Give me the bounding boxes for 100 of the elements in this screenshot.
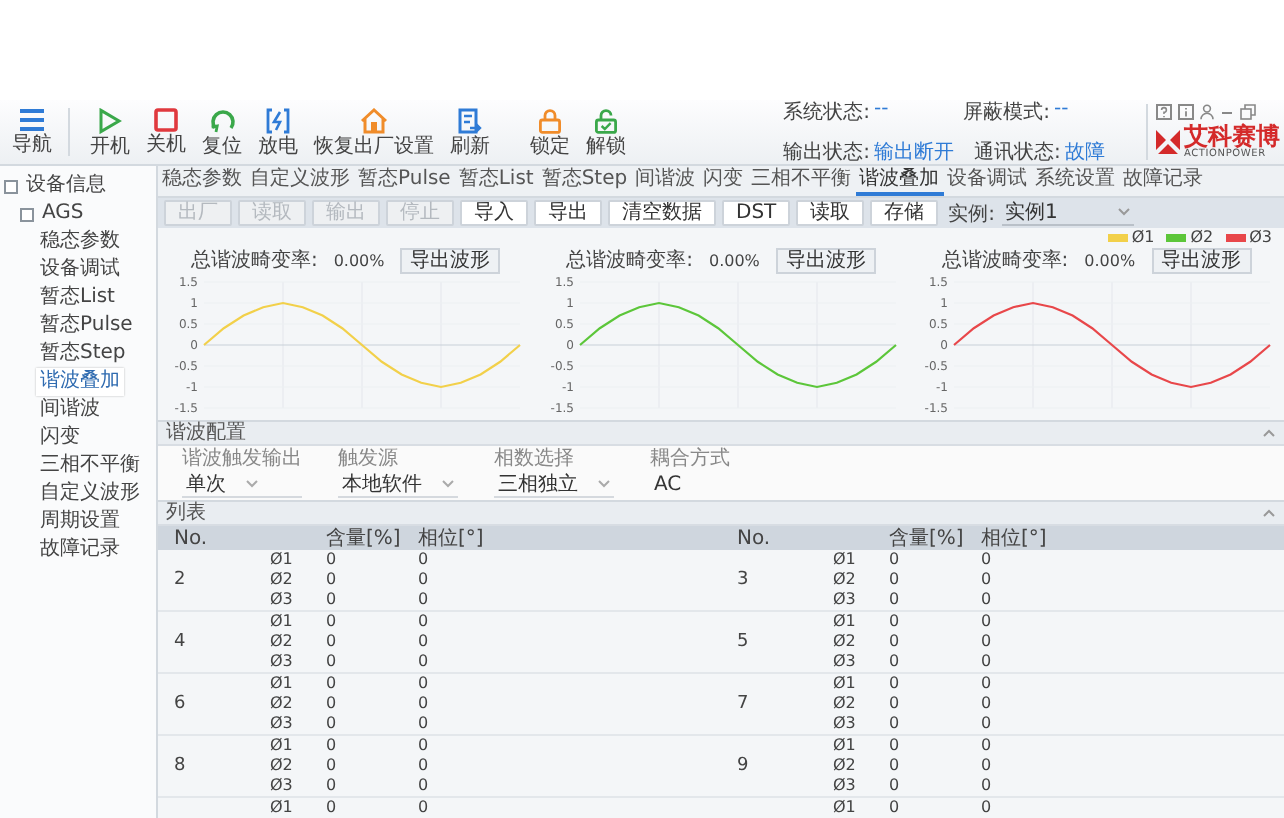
tab[interactable]: 暂态List <box>454 166 538 196</box>
table-cell-text: 0 <box>889 674 902 695</box>
table-cell-text: 0 <box>889 632 902 653</box>
action-button[interactable]: 读取 <box>796 200 865 227</box>
collapse-icon[interactable] <box>1262 507 1276 518</box>
stop-icon <box>154 108 178 132</box>
field-label: 相数选择 <box>494 449 576 470</box>
table-cell-text: 0 <box>889 714 902 735</box>
export-button[interactable]: 导出波形 <box>775 247 876 274</box>
tree-item[interactable]: 自定义波形 <box>36 480 144 508</box>
tree-item[interactable]: 故障记录 <box>36 536 124 564</box>
field-label: 触发源 <box>338 449 400 470</box>
select-field[interactable]: 本地软件 <box>338 473 458 498</box>
caret-icon <box>246 480 258 489</box>
toolbar-button[interactable]: 复位 <box>194 107 250 157</box>
tree-item[interactable]: 三相不平衡 <box>36 452 144 480</box>
tab[interactable]: 三相不平衡 <box>747 166 856 196</box>
tree-item[interactable]: 设备信息 <box>22 172 110 200</box>
field-label: 耦合方式 <box>650 449 730 470</box>
table-cell-text: 0 <box>418 776 431 797</box>
thd-label: 总谐波畸变率: <box>566 247 693 275</box>
toolbar-button[interactable]: 解锁 <box>578 107 634 157</box>
collapse-icon[interactable] <box>1262 428 1276 439</box>
table-cell-text: 0 <box>889 694 902 715</box>
legend-label: Ø3 <box>1249 228 1272 247</box>
thd-label: 总谐波畸变率: <box>190 247 318 275</box>
toolbar-button[interactable]: 放电 <box>250 107 306 157</box>
table-cell-text: Ø2 <box>833 756 858 777</box>
tab[interactable]: 故障记录 <box>1119 166 1208 196</box>
action-button[interactable]: 导入 <box>460 200 528 227</box>
action-button[interactable]: 导出 <box>534 200 602 227</box>
table-cell-text: 0 <box>981 632 994 653</box>
toolbar-button[interactable]: 关机 <box>138 108 194 156</box>
tab[interactable]: 暂态Pulse <box>354 166 455 196</box>
table-cell-text: 6 <box>174 694 188 715</box>
tree-item[interactable]: 暂态Step <box>36 340 130 368</box>
column-header: No. <box>174 527 210 550</box>
tree-item[interactable]: AGS <box>38 200 88 228</box>
instance-dropdown[interactable]: 实例1 <box>1001 201 1134 226</box>
tab[interactable]: 系统设置 <box>1031 166 1120 196</box>
select-field[interactable]: 单次 <box>182 473 302 498</box>
column-header: No. <box>737 527 773 550</box>
action-button[interactable]: DST <box>722 200 791 227</box>
table-cell-text: 9 <box>737 756 751 777</box>
padlock-icon <box>538 107 562 133</box>
tree-item[interactable]: 暂态Pulse <box>36 312 137 340</box>
tab[interactable]: 暂态Step <box>537 166 632 196</box>
tree-item[interactable]: 周期设置 <box>36 508 124 536</box>
tab[interactable]: 间谐波 <box>631 166 700 196</box>
table-cell-text: Ø1 <box>270 612 295 633</box>
caret-icon <box>1117 208 1130 217</box>
toolbar-button[interactable]: 刷新 <box>442 107 498 157</box>
table-cell-text: 0 <box>981 570 994 591</box>
table-cell-text: 0 <box>418 550 431 571</box>
table-cell-text: 0 <box>889 590 902 611</box>
column-header: 含量[%] <box>326 527 403 550</box>
export-button[interactable]: 导出波形 <box>1151 247 1252 274</box>
tree-item[interactable]: 间谐波 <box>36 396 104 424</box>
thd-value: 0.00% <box>1084 251 1136 270</box>
table-cell-text: Ø3 <box>833 652 858 673</box>
tree-item[interactable]: 闪变 <box>36 424 84 452</box>
toolbar-button[interactable]: 锁定 <box>522 107 578 157</box>
select-field[interactable]: 三相独立 <box>494 473 614 498</box>
play-icon <box>98 107 122 133</box>
tree-item[interactable]: 谐波叠加 <box>36 368 124 396</box>
table-cell-text: 0 <box>326 756 339 777</box>
table-cell-text: 0 <box>981 756 994 777</box>
info-icon[interactable] <box>1178 104 1194 120</box>
table-cell-text: 0 <box>981 776 994 797</box>
tab[interactable]: 稳态参数 <box>158 166 246 196</box>
table-cell-text: 0 <box>326 632 339 653</box>
tab[interactable]: 设备调试 <box>943 166 1032 196</box>
table-cell-text: 0 <box>889 570 902 591</box>
tab[interactable]: 自定义波形 <box>246 166 354 196</box>
caret-icon <box>442 480 454 489</box>
table-cell-text: 2 <box>174 570 188 591</box>
export-button[interactable]: 导出波形 <box>400 247 501 274</box>
toolbar-button[interactable]: 恢复出厂设置 <box>306 107 442 157</box>
table-cell-text: 0 <box>981 694 994 715</box>
tree-item[interactable]: 稳态参数 <box>36 228 124 256</box>
table-cell-text: 8 <box>174 756 188 777</box>
table-cell-text: Ø1 <box>270 736 295 757</box>
help-icon[interactable] <box>1156 104 1172 120</box>
status-label: 通讯状态: <box>974 139 1061 166</box>
action-button[interactable]: 清空数据 <box>608 200 716 227</box>
action-button[interactable]: 存储 <box>870 200 939 227</box>
lightning-icon <box>266 107 290 133</box>
tree-item[interactable]: 暂态List <box>36 284 119 312</box>
user-icon[interactable] <box>1200 104 1214 120</box>
tree-item[interactable]: 设备调试 <box>36 256 124 284</box>
toolbar-button[interactable]: 开机 <box>82 107 138 157</box>
status-value: 故障 <box>1064 139 1105 166</box>
table-cell-text: 0 <box>889 652 902 673</box>
tab[interactable]: 闪变 <box>699 166 748 196</box>
table-cell-text: 5 <box>737 632 751 653</box>
logo-text: 艾科赛博 <box>1184 124 1280 148</box>
thd-label: 总谐波畸变率: <box>941 247 1069 275</box>
section-title: 谐波配置 <box>166 422 246 445</box>
restore-icon[interactable] <box>1240 104 1256 120</box>
toolbar-button[interactable]: 导航 <box>4 108 70 156</box>
